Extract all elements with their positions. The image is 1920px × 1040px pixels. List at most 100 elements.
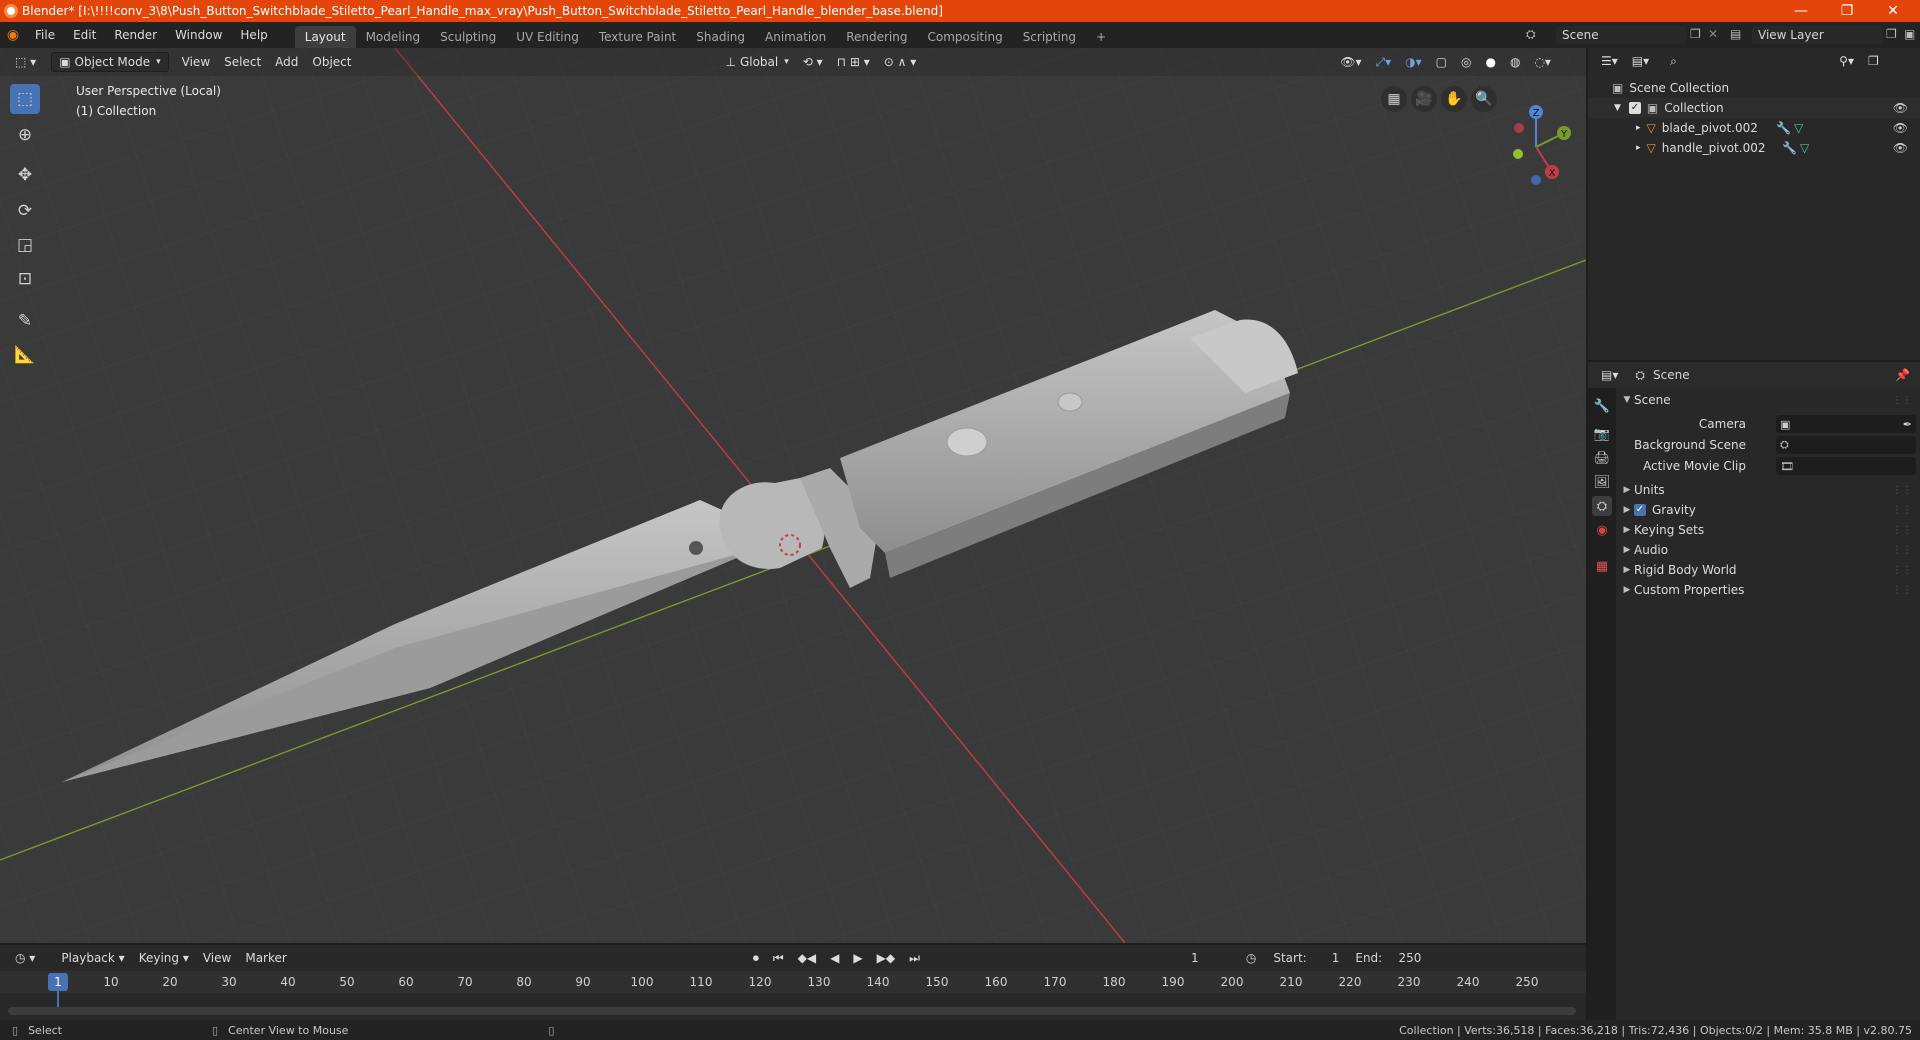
viewport-menu-select[interactable]: Select bbox=[217, 52, 268, 72]
timeline-menu-view[interactable]: View bbox=[196, 948, 238, 968]
outliner-row-collection[interactable]: ▼ ✓ ▣ Collection 👁 bbox=[1588, 98, 1920, 118]
measure-tool[interactable]: 📐 bbox=[10, 340, 40, 370]
snap-icon[interactable]: ⊓ ⊞ ▾ bbox=[830, 52, 877, 72]
modifier-wrench-icon[interactable]: 🔧 bbox=[1782, 141, 1797, 155]
timeline-menu-playback[interactable]: Playback ▾ bbox=[54, 948, 131, 968]
timeline-scrollbar[interactable] bbox=[8, 1007, 1576, 1015]
navigation-gizmo[interactable]: Z Y X bbox=[1496, 92, 1576, 202]
drag-handle-icon[interactable]: ⋮⋮ bbox=[1892, 395, 1912, 406]
minimize-button[interactable]: — bbox=[1778, 0, 1824, 22]
pivot-point-icon[interactable]: ⟲ ▾ bbox=[796, 52, 830, 72]
drag-handle-icon[interactable]: ⋮⋮ bbox=[1892, 485, 1912, 496]
new-scene-icon[interactable]: ❐ bbox=[1690, 27, 1701, 41]
cursor-tool[interactable]: ⊕ bbox=[10, 120, 40, 150]
record-button[interactable]: ⏺ bbox=[746, 948, 766, 968]
menu-edit[interactable]: Edit bbox=[64, 22, 105, 48]
scale-tool[interactable]: ◲ bbox=[10, 230, 40, 260]
new-view-layer-icon[interactable]: ❐ bbox=[1886, 27, 1897, 41]
drag-handle-icon[interactable]: ⋮⋮ bbox=[1892, 545, 1912, 556]
view-layer-field[interactable]: View Layer bbox=[1752, 26, 1882, 44]
overlay-toggle-icon[interactable]: ◑▾ bbox=[1398, 52, 1429, 72]
mesh-data-icon[interactable]: ▽ bbox=[1800, 141, 1809, 155]
eye-icon[interactable]: 👁 bbox=[1893, 141, 1908, 155]
expand-arrow-icon[interactable]: ▸ bbox=[1636, 123, 1641, 133]
camera-field[interactable]: ▣ ✒ bbox=[1776, 415, 1916, 433]
blender-menu-icon[interactable]: ◉ bbox=[0, 27, 26, 43]
xray-icon[interactable]: ▢ bbox=[1429, 52, 1454, 72]
material-shading-icon[interactable]: ◍ bbox=[1503, 52, 1527, 72]
rendered-shading-icon[interactable]: ◌▾ bbox=[1527, 52, 1558, 72]
menu-render[interactable]: Render bbox=[105, 22, 166, 48]
background-scene-field[interactable]: ⛭ bbox=[1776, 436, 1916, 454]
viewport-menu-add[interactable]: Add bbox=[268, 52, 305, 72]
drag-handle-icon[interactable]: ⋮⋮ bbox=[1892, 525, 1912, 536]
tab-modeling[interactable]: Modeling bbox=[356, 26, 431, 48]
collection-checkbox[interactable]: ✓ bbox=[1628, 102, 1641, 114]
tab-texture-paint[interactable]: Texture Paint bbox=[589, 26, 686, 48]
annotate-tool[interactable]: ✎ bbox=[10, 306, 40, 336]
play-reverse-button[interactable]: ◀ bbox=[823, 948, 846, 968]
tab-animation[interactable]: Animation bbox=[755, 26, 836, 48]
3d-viewport[interactable]: ⬚ ▾ ▣ Object Mode ▾ View Select Add Obje… bbox=[0, 48, 1586, 943]
rigid-body-world-panel-header[interactable]: ▶ Rigid Body World ⋮⋮ bbox=[1620, 560, 1916, 580]
scene-name-field[interactable]: Scene bbox=[1556, 26, 1686, 44]
gravity-checkbox[interactable]: ✓ bbox=[1634, 504, 1646, 516]
eyedropper-icon[interactable]: ✒ bbox=[1903, 418, 1912, 431]
properties-editor-type-icon[interactable]: ▤▾ bbox=[1594, 365, 1625, 385]
outliner-row-handle-pivot[interactable]: ▸ ▽ handle_pivot.002 🔧 ▽ 👁 bbox=[1588, 138, 1920, 158]
tab-shading[interactable]: Shading bbox=[686, 26, 755, 48]
expand-arrow-icon[interactable]: ▸ bbox=[1636, 143, 1641, 153]
custom-properties-panel-header[interactable]: ▶ Custom Properties ⋮⋮ bbox=[1620, 580, 1916, 600]
gravity-panel-header[interactable]: ▶ ✓ Gravity ⋮⋮ bbox=[1620, 500, 1916, 520]
tool-tab-icon[interactable]: 🔧 bbox=[1592, 396, 1612, 416]
new-collection-icon[interactable]: ❐ bbox=[1861, 51, 1886, 71]
tab-compositing[interactable]: Compositing bbox=[917, 26, 1012, 48]
maximize-button[interactable]: ❐ bbox=[1824, 0, 1870, 22]
end-frame-field[interactable]: End: 250 bbox=[1349, 949, 1428, 967]
modifier-wrench-icon[interactable]: 🔧 bbox=[1776, 121, 1791, 135]
keying-sets-panel-header[interactable]: ▶ Keying Sets ⋮⋮ bbox=[1620, 520, 1916, 540]
active-movie-clip-field[interactable]: 🎞 bbox=[1776, 457, 1916, 475]
remove-view-layer-icon[interactable]: ▣ bbox=[1904, 27, 1915, 41]
world-tab-icon[interactable]: ◉ bbox=[1592, 520, 1612, 540]
outliner-row-blade-pivot[interactable]: ▸ ▽ blade_pivot.002 🔧 ▽ 👁 bbox=[1588, 118, 1920, 138]
drag-handle-icon[interactable]: ⋮⋮ bbox=[1892, 505, 1912, 516]
proportional-editing-icon[interactable]: ⊙ ∧ ▾ bbox=[877, 52, 924, 72]
eye-icon[interactable]: 👁 bbox=[1893, 101, 1908, 115]
drag-handle-icon[interactable]: ⋮⋮ bbox=[1892, 565, 1912, 576]
drag-handle-icon[interactable]: ⋮⋮ bbox=[1892, 585, 1912, 596]
outliner-editor-type-icon[interactable]: ☰▾ bbox=[1594, 51, 1625, 71]
texture-tab-icon[interactable]: ▦ bbox=[1592, 556, 1612, 576]
preview-range-icon[interactable]: ◷ bbox=[1239, 948, 1263, 968]
jump-start-button[interactable]: ⏮ bbox=[766, 948, 791, 968]
audio-panel-header[interactable]: ▶ Audio ⋮⋮ bbox=[1620, 540, 1916, 560]
render-tab-icon[interactable]: 📷 bbox=[1592, 424, 1612, 444]
units-panel-header[interactable]: ▶ Units ⋮⋮ bbox=[1620, 480, 1916, 500]
scene-panel-header[interactable]: ▼ Scene ⋮⋮ bbox=[1620, 390, 1916, 410]
close-window-button[interactable]: ✕ bbox=[1870, 0, 1916, 22]
mesh-data-icon[interactable]: ▽ bbox=[1794, 121, 1803, 135]
current-frame-field[interactable]: 1 bbox=[1158, 949, 1231, 967]
outliner-search-input[interactable]: ⌕ bbox=[1664, 52, 1775, 70]
menu-window[interactable]: Window bbox=[166, 22, 231, 48]
select-box-tool[interactable]: ⬚ bbox=[10, 84, 40, 114]
toggle-grid-icon[interactable]: ▦ bbox=[1381, 86, 1407, 112]
menu-file[interactable]: File bbox=[26, 22, 64, 48]
gizmo-toggle-icon[interactable]: ⤢▾ bbox=[1369, 52, 1399, 72]
frame-ruler[interactable]: 1 10 20 30 40 50 60 70 80 90 100 110 120… bbox=[0, 971, 1586, 1013]
view-layer-tab-icon[interactable]: 🖼 bbox=[1592, 472, 1612, 492]
next-keyframe-button[interactable]: ▶◆ bbox=[870, 948, 902, 968]
eye-icon[interactable]: 👁 bbox=[1893, 121, 1908, 135]
output-tab-icon[interactable]: 🖨 bbox=[1592, 448, 1612, 468]
editor-type-icon[interactable]: ⬚ ▾ bbox=[8, 52, 43, 72]
prev-keyframe-button[interactable]: ◆◀ bbox=[791, 948, 823, 968]
outliner-row-scene-collection[interactable]: ▣ Scene Collection bbox=[1588, 78, 1920, 98]
pin-icon[interactable]: 📌 bbox=[1895, 368, 1910, 382]
add-workspace-button[interactable]: + bbox=[1086, 26, 1116, 48]
viewport-menu-view[interactable]: View bbox=[175, 52, 217, 72]
wireframe-shading-icon[interactable]: ◎ bbox=[1454, 52, 1478, 72]
filter-icon[interactable]: ⚲▾ bbox=[1832, 51, 1861, 71]
camera-view-icon[interactable]: 🎥 bbox=[1411, 86, 1437, 112]
timeline-menu-marker[interactable]: Marker bbox=[238, 948, 293, 968]
jump-end-button[interactable]: ⏭ bbox=[902, 948, 927, 968]
